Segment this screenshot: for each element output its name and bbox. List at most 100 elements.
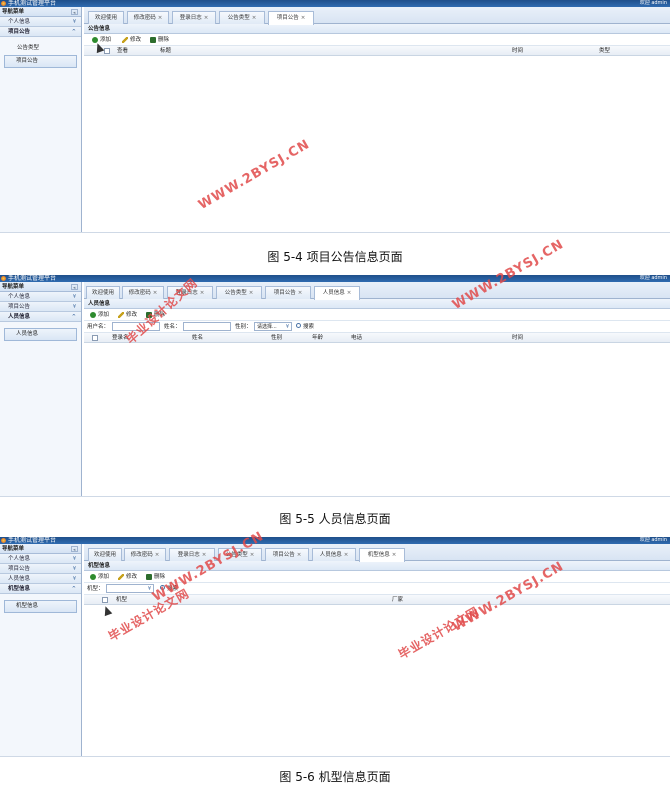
select-all-checkbox[interactable] <box>104 48 110 54</box>
close-icon[interactable]: × <box>252 15 257 21</box>
nav-group-label: 人员信息 <box>8 314 31 320</box>
column-time[interactable]: 时间 <box>512 334 523 342</box>
app-title: 手机测试管理平台 <box>8 275 57 282</box>
tab-change-password[interactable]: 修改密码 × <box>124 548 166 561</box>
tab-label: 修改密码 <box>128 290 151 296</box>
tab-label: 欢迎使用 <box>93 552 116 558</box>
welcome-text: 欢迎 admin <box>639 0 667 6</box>
tab-personnel[interactable]: 人员信息 × <box>314 286 360 300</box>
sidebar-item-project-announcements[interactable]: 项目公告 <box>4 55 77 68</box>
column-time[interactable]: 时间 <box>512 47 523 55</box>
username-input[interactable] <box>112 322 160 331</box>
collapse-sidebar-icon[interactable]: « <box>71 546 78 552</box>
nav-group-announcements[interactable]: 项目公告 ¥ <box>0 302 81 312</box>
close-icon[interactable]: × <box>249 290 254 296</box>
tab-login-log[interactable]: 登录日志 × <box>167 286 213 299</box>
column-age[interactable]: 年龄 <box>312 334 323 342</box>
name-input[interactable] <box>183 322 231 331</box>
tab-phone-models[interactable]: 机型信息 × <box>359 548 405 562</box>
nav-group-personal[interactable]: 个人信息 ¥ <box>0 17 81 27</box>
delete-button[interactable]: 删除 <box>146 573 165 581</box>
chevron-down-icon: ¥ <box>72 304 76 310</box>
edit-label: 修改 <box>126 574 138 580</box>
edit-label: 修改 <box>126 312 138 318</box>
nav-group-announcements[interactable]: 项目公告 ¥ <box>0 564 81 574</box>
add-button[interactable]: 添加 <box>90 311 109 319</box>
collapse-sidebar-icon[interactable]: « <box>71 9 78 15</box>
nav-group-personnel[interactable]: 人员信息 ¥ <box>0 574 81 584</box>
tab-login-log[interactable]: 登录日志 × <box>169 548 215 561</box>
column-model[interactable]: 机型 <box>116 596 127 604</box>
close-icon[interactable]: × <box>200 290 205 296</box>
close-icon[interactable]: × <box>204 15 209 21</box>
sidebar-item-label: 人员信息 <box>16 331 39 337</box>
search-button[interactable]: 搜索 <box>296 323 314 331</box>
tab-project-announcements[interactable]: 项目公告 × <box>265 286 311 299</box>
close-icon[interactable]: × <box>344 552 349 558</box>
close-icon[interactable]: × <box>158 15 163 21</box>
nav-group-label: 个人信息 <box>8 294 31 300</box>
gender-select[interactable]: 请选择... ¥ <box>254 322 292 331</box>
nav-group-personal[interactable]: 个人信息 ¥ <box>0 554 81 564</box>
close-icon[interactable]: × <box>250 552 255 558</box>
edit-button[interactable]: 修改 <box>122 36 141 44</box>
delete-button[interactable]: 删除 <box>146 311 165 319</box>
select-all-checkbox[interactable] <box>102 597 108 603</box>
main-area: 欢迎使用 修改密码 × 登录日志 × 公告类型 × 项目公告 × 人员信息 × 人员信息 … <box>84 282 670 496</box>
tab-project-announcements[interactable]: 项目公告 × <box>268 11 314 25</box>
tab-announcement-type[interactable]: 公告类型 × <box>216 286 262 299</box>
close-icon[interactable]: × <box>301 15 306 21</box>
nav-title: 导航菜单 « <box>0 544 81 554</box>
column-type[interactable]: 类型 <box>599 47 610 55</box>
tab-welcome[interactable]: 欢迎使用 <box>86 286 120 299</box>
app-title-bar: 手机测试管理平台 欢迎 admin <box>0 275 670 282</box>
column-login-name[interactable]: 登录名 <box>112 334 129 342</box>
tab-login-log[interactable]: 登录日志 × <box>172 11 216 24</box>
pencil-icon <box>122 36 128 43</box>
add-button[interactable]: 添加 <box>90 573 109 581</box>
column-manufacturer[interactable]: 厂家 <box>392 596 403 604</box>
tab-welcome[interactable]: 欢迎使用 <box>88 11 124 24</box>
nav-group-phone-models[interactable]: 机型信息 ^ <box>0 584 81 594</box>
column-name[interactable]: 姓名 <box>192 334 203 342</box>
tab-change-password[interactable]: 修改密码 × <box>127 11 169 24</box>
close-icon[interactable]: × <box>153 290 158 296</box>
tab-bar: 欢迎使用 修改密码 × 登录日志 × 公告类型 × 项目公告 × 人员信息 × <box>84 282 670 300</box>
edit-button[interactable]: 修改 <box>118 311 137 319</box>
delete-button[interactable]: 删除 <box>150 36 169 44</box>
column-gender[interactable]: 性别 <box>271 334 282 342</box>
tab-announcement-type[interactable]: 公告类型 × <box>219 11 265 24</box>
column-phone[interactable]: 电话 <box>351 334 362 342</box>
sidebar-item-personnel[interactable]: 人员信息 <box>4 328 77 341</box>
select-all-checkbox[interactable] <box>92 335 98 341</box>
nav-group-personnel[interactable]: 人员信息 ^ <box>0 312 81 322</box>
model-select[interactable]: ¥ <box>106 584 154 593</box>
close-icon[interactable]: × <box>297 552 302 558</box>
close-icon[interactable]: × <box>298 290 303 296</box>
tab-personnel[interactable]: 人员信息 × <box>312 548 356 561</box>
close-icon[interactable]: × <box>392 552 397 558</box>
column-view[interactable]: 查看 <box>117 47 128 55</box>
grid-header: 查看 标题 时间 类型 <box>84 46 670 56</box>
tab-label: 登录日志 <box>179 15 202 21</box>
tab-change-password[interactable]: 修改密码 × <box>122 286 164 299</box>
app-title-bar: 手机测试管理平台 欢迎 admin <box>0 537 670 544</box>
search-label: 搜索 <box>167 586 179 592</box>
tab-announcement-type[interactable]: 公告类型 × <box>218 548 262 561</box>
search-icon <box>296 323 301 328</box>
collapse-sidebar-icon[interactable]: « <box>71 284 78 290</box>
column-title[interactable]: 标题 <box>160 47 171 55</box>
close-icon[interactable]: × <box>155 552 160 558</box>
search-button[interactable]: 搜索 <box>160 585 178 593</box>
sidebar-item-announcement-type[interactable]: 公告类型 <box>0 42 81 54</box>
delete-label: 删除 <box>154 312 166 318</box>
tab-project-announcements[interactable]: 项目公告 × <box>265 548 309 561</box>
nav-group-announcements[interactable]: 项目公告 ^ <box>0 27 81 37</box>
sidebar-item-phone-models[interactable]: 机型信息 <box>4 600 77 613</box>
tab-welcome[interactable]: 欢迎使用 <box>88 548 122 561</box>
edit-button[interactable]: 修改 <box>118 573 137 581</box>
panel-title: 人员信息 <box>84 299 670 309</box>
close-icon[interactable]: × <box>202 552 207 558</box>
close-icon[interactable]: × <box>347 290 352 296</box>
nav-group-personal[interactable]: 个人信息 ¥ <box>0 292 81 302</box>
